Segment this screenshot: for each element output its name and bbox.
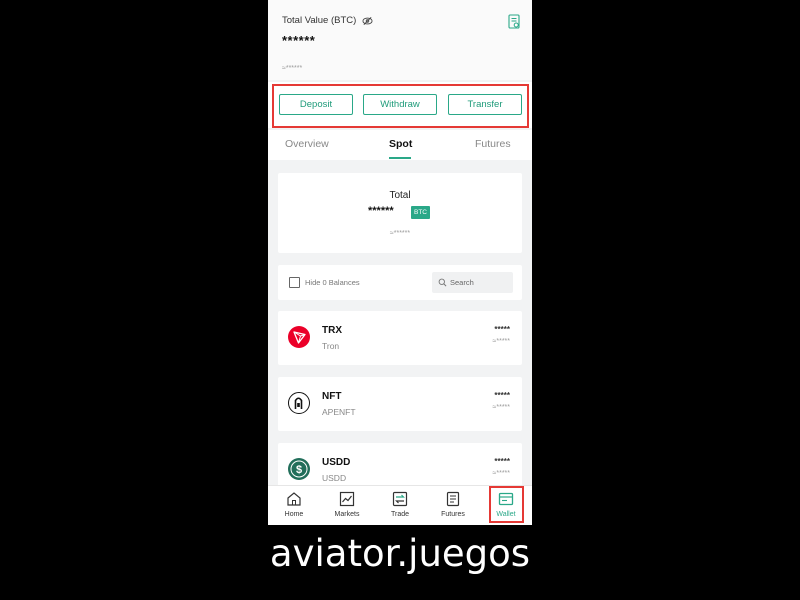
wallet-highlight-box [489,486,524,523]
statement-icon[interactable] [508,14,520,29]
total-value-label: Total Value (BTC) [282,15,357,26]
apenft-icon [288,392,310,414]
nav-label: Trade [390,511,410,518]
nav-futures[interactable]: Futures [427,486,479,525]
nav-label: Futures [441,511,465,518]
search-icon [438,278,447,287]
eye-slash-icon[interactable] [362,16,373,26]
active-tab-indicator [389,157,411,159]
asset-approx: ≈***** [492,404,510,411]
withdraw-button[interactable]: Withdraw [363,94,437,115]
spot-total-approx: ≈****** [389,230,411,237]
wallet-tabs: Overview Spot Futures [268,130,532,160]
asset-symbol: TRX [322,325,342,336]
tron-icon [288,326,310,348]
asset-approx: ≈***** [492,338,510,345]
asset-symbol: NFT [322,391,342,402]
asset-symbol: USDD [322,457,351,468]
transfer-button[interactable]: Transfer [448,94,522,115]
svg-text:$: $ [296,464,302,476]
asset-name: USDD [322,473,347,483]
action-bar: Deposit Withdraw Transfer [268,82,532,128]
futures-icon [446,491,460,507]
tab-overview[interactable]: Overview [285,138,329,150]
spot-total-title: Total [389,190,411,201]
asset-approx: ≈***** [492,470,510,477]
trade-icon [392,491,408,507]
hide-zero-checkbox[interactable] [289,277,300,288]
total-value: ****** [282,33,316,48]
markets-icon [339,491,355,507]
nav-label: Markets [334,511,360,518]
hide-zero-label[interactable]: Hide 0 Balances [305,278,360,287]
spot-total-value: ****** [368,205,394,217]
search-placeholder: Search [450,278,474,287]
asset-amount: ***** [494,391,510,400]
bottom-nav: Home Markets Trade Futures Wallet [268,485,532,525]
wallet-header: Total Value (BTC) ****** ≈****** [268,0,532,80]
asset-row-nft[interactable]: NFT APENFT ***** ≈***** [278,377,522,431]
search-input[interactable]: Search [432,272,513,293]
spot-total-card: Total ****** BTC ≈****** [278,173,522,253]
usdd-icon: $ [288,458,310,480]
currency-badge: BTC [411,206,430,219]
asset-name: Tron [322,341,340,351]
asset-row-trx[interactable]: TRX Tron ***** ≈***** [278,311,522,365]
nav-markets[interactable]: Markets [321,486,373,525]
filter-bar: Hide 0 Balances Search [278,265,522,300]
home-icon [287,492,301,506]
nav-label: Home [284,511,304,518]
watermark-text: aviator.juegos [269,532,531,575]
tab-futures[interactable]: Futures [475,138,511,150]
nav-trade[interactable]: Trade [374,486,426,525]
nav-home[interactable]: Home [268,486,320,525]
asset-amount: ***** [494,457,510,466]
total-value-approx: ≈****** [282,65,303,72]
asset-name: APENFT [322,407,356,417]
deposit-button[interactable]: Deposit [279,94,353,115]
wallet-screen: Total Value (BTC) ****** ≈****** Deposit… [268,0,532,525]
asset-amount: ***** [494,325,510,334]
tab-spot[interactable]: Spot [389,138,412,150]
